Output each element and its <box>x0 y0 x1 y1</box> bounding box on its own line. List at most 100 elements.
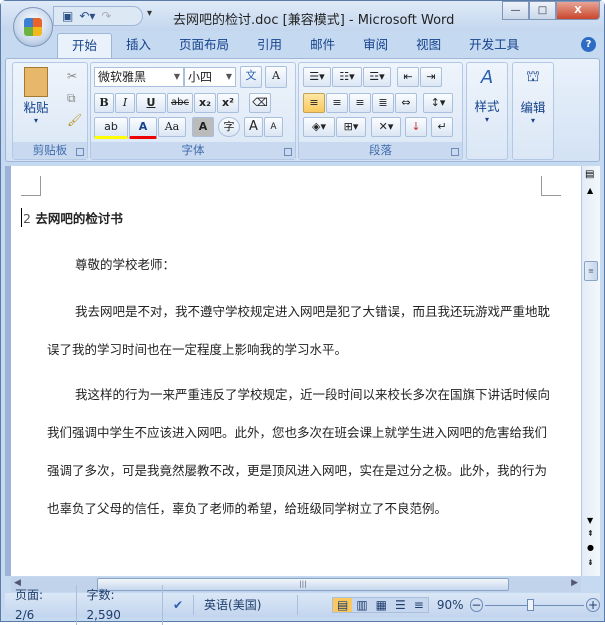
eraser-icon: ⌫ <box>252 96 268 109</box>
font-name-combo[interactable]: 微软雅黑 ▼ <box>94 67 184 87</box>
office-button[interactable] <box>13 7 53 47</box>
justify-button[interactable]: ≣ <box>372 93 394 113</box>
multilevel-list-button[interactable]: ☲▾ <box>363 67 391 87</box>
scroll-right-icon[interactable]: ▶ <box>571 578 578 588</box>
paragraph-group-label: 段落 <box>299 142 462 159</box>
ruler-toggle-icon[interactable]: ▤ <box>585 169 594 180</box>
scroll-up-icon[interactable]: ▲ <box>587 186 593 195</box>
customize-qat-icon[interactable]: ▾ <box>147 8 152 19</box>
word-count[interactable]: 字数: 2,590 <box>77 585 163 625</box>
grow-font-button[interactable]: A <box>244 117 263 137</box>
tab-page-layout[interactable]: 页面布局 <box>165 33 243 59</box>
outline-view-button[interactable]: ☰ <box>391 598 410 612</box>
paragraph: 我去网吧是不对，我不遵守学校规定进入网吧是犯了大错误，而且我还玩游戏严重地耽误了… <box>47 304 551 357</box>
draft-view-button[interactable]: ≡ <box>410 598 428 612</box>
clear-formatting-button[interactable]: ⌫ <box>249 93 271 113</box>
close-button[interactable]: X <box>556 1 600 20</box>
superscript-button[interactable]: x² <box>217 93 239 113</box>
show-marks-button[interactable]: ↵ <box>431 117 453 137</box>
distributed-button[interactable]: ⇔ <box>395 93 417 113</box>
highlight-button[interactable]: ab <box>94 117 128 139</box>
font-color-button[interactable]: A <box>129 117 157 139</box>
paste-button[interactable]: 粘贴 ▾ <box>17 67 55 125</box>
decrease-indent-button[interactable]: ⇤ <box>397 67 419 87</box>
save-icon[interactable]: ▣ <box>62 9 73 23</box>
scroll-down-icon[interactable]: ▼ <box>587 516 593 525</box>
char-border-button[interactable]: A <box>265 66 287 88</box>
language[interactable]: 英语(美国) <box>194 595 298 615</box>
zoom-level[interactable]: 90% <box>437 598 464 612</box>
zoom-slider[interactable] <box>485 599 585 611</box>
office-logo-icon <box>24 18 42 36</box>
tab-view[interactable]: 视图 <box>402 33 455 59</box>
styles-icon: A <box>480 67 494 88</box>
bold-button[interactable]: B <box>94 93 114 113</box>
paragraph-group: ☰▾ ☷▾ ☲▾ ⇤ ⇥ ≡ ≡ ≡ ≣ ⇔ ↕▾ ◈▾ ⊞▾ ✕▾ ↓ ↵ 段… <box>298 62 463 160</box>
styles-button[interactable]: A 样式 ▾ <box>469 67 505 124</box>
prev-page-icon[interactable]: ⇞ <box>587 529 594 538</box>
minimize-button[interactable]: — <box>502 1 529 20</box>
ribbon: 粘贴 ▾ ✂ ⧉ 🖌 剪贴板 微软雅黑 ▼ 小四 ▼ 文 A B I U abc x₂… <box>5 58 600 162</box>
title-bar: ▣ ↶▾ ↷ ▾ 去网吧的检讨.doc [兼容模式] - Microsoft W… <box>1 1 604 31</box>
font-size-combo[interactable]: 小四 ▼ <box>184 67 236 87</box>
clipboard-icon <box>24 67 48 97</box>
change-case-button[interactable]: Aa <box>158 117 186 137</box>
cut-icon[interactable]: ✂ <box>67 69 77 83</box>
phonetic-guide-button[interactable]: 文 <box>240 66 262 88</box>
vertical-scrollbar[interactable]: ▤ ▲ ≡ ▼ ⇞ ● ⇟ <box>581 166 600 576</box>
numbering-button[interactable]: ☷▾ <box>332 67 362 87</box>
tab-home[interactable]: 开始 <box>57 33 113 59</box>
bullets-button[interactable]: ☰▾ <box>303 67 331 87</box>
zoom-out-button[interactable]: − <box>469 598 484 612</box>
align-left-button[interactable]: ≡ <box>303 93 325 113</box>
tab-mailings[interactable]: 邮件 <box>296 33 349 59</box>
document-area[interactable]: 2 去网吧的检讨书 尊敬的学校老师： 我去网吧是不对，我不遵守学校规定进入网吧是… <box>5 166 581 576</box>
sort-button[interactable]: ↓ <box>405 117 427 137</box>
editing-button[interactable]: ⛫ 编辑 ▾ <box>515 67 551 125</box>
browse-object-icon[interactable]: ● <box>587 543 594 552</box>
vertical-scroll-thumb[interactable]: ≡ <box>584 261 598 281</box>
page-count[interactable]: 页面: 2/6 <box>5 585 77 625</box>
tab-review[interactable]: 审阅 <box>349 33 402 59</box>
char-shading-button[interactable]: A <box>192 117 214 137</box>
undo-icon[interactable]: ↶▾ <box>79 9 95 23</box>
full-screen-reading-button[interactable]: ▥ <box>352 598 371 612</box>
ribbon-tabs: 开始 插入 页面布局 引用 邮件 审阅 视图 开发工具 <box>57 33 533 59</box>
tab-insert[interactable]: 插入 <box>112 33 165 59</box>
strikethrough-button[interactable]: abc <box>167 93 193 113</box>
underline-button[interactable]: U <box>136 93 166 113</box>
web-layout-button[interactable]: ▦ <box>372 598 391 612</box>
maximize-button[interactable]: □ <box>529 1 556 20</box>
italic-button[interactable]: I <box>115 93 135 113</box>
tab-references[interactable]: 引用 <box>243 33 296 59</box>
shading-button[interactable]: ◈▾ <box>303 117 335 137</box>
word-window: ▣ ↶▾ ↷ ▾ 去网吧的检讨.doc [兼容模式] - Microsoft W… <box>0 0 605 625</box>
borders-button[interactable]: ⊞▾ <box>336 117 366 137</box>
line-spacing-button[interactable]: ↕▾ <box>423 93 453 113</box>
help-icon[interactable]: ? <box>581 37 596 52</box>
print-layout-view-button[interactable]: ▤ <box>332 598 353 612</box>
heading-number: 2 <box>23 211 31 226</box>
align-center-button[interactable]: ≡ <box>326 93 348 113</box>
shrink-font-button[interactable]: A <box>264 117 283 137</box>
dialog-launcher-icon[interactable] <box>284 148 292 156</box>
dialog-launcher-icon[interactable] <box>451 148 459 156</box>
styles-group: A 样式 ▾ <box>466 62 508 160</box>
proofing-icon[interactable]: ✔ <box>163 595 195 615</box>
salutation: 尊敬的学校老师： <box>75 257 176 272</box>
align-right-button[interactable]: ≡ <box>349 93 371 113</box>
zoom-slider-thumb[interactable] <box>526 599 534 611</box>
zoom-in-button[interactable]: + <box>586 598 601 612</box>
chinese-layout-button[interactable]: ✕▾ <box>371 117 401 137</box>
enclose-char-button[interactable]: 字 <box>218 117 240 137</box>
copy-icon[interactable]: ⧉ <box>67 91 76 106</box>
quick-access-toolbar: ▣ ↶▾ ↷ <box>53 6 143 26</box>
increase-indent-button[interactable]: ⇥ <box>420 67 442 87</box>
format-painter-icon[interactable]: 🖌 <box>67 113 82 127</box>
tab-developer[interactable]: 开发工具 <box>455 33 533 59</box>
redo-icon[interactable]: ↷ <box>101 9 111 23</box>
dialog-launcher-icon[interactable] <box>76 148 84 156</box>
window-title: 去网吧的检讨.doc [兼容模式] - Microsoft Word <box>173 13 455 28</box>
next-page-icon[interactable]: ⇟ <box>587 558 594 567</box>
subscript-button[interactable]: x₂ <box>194 93 216 113</box>
